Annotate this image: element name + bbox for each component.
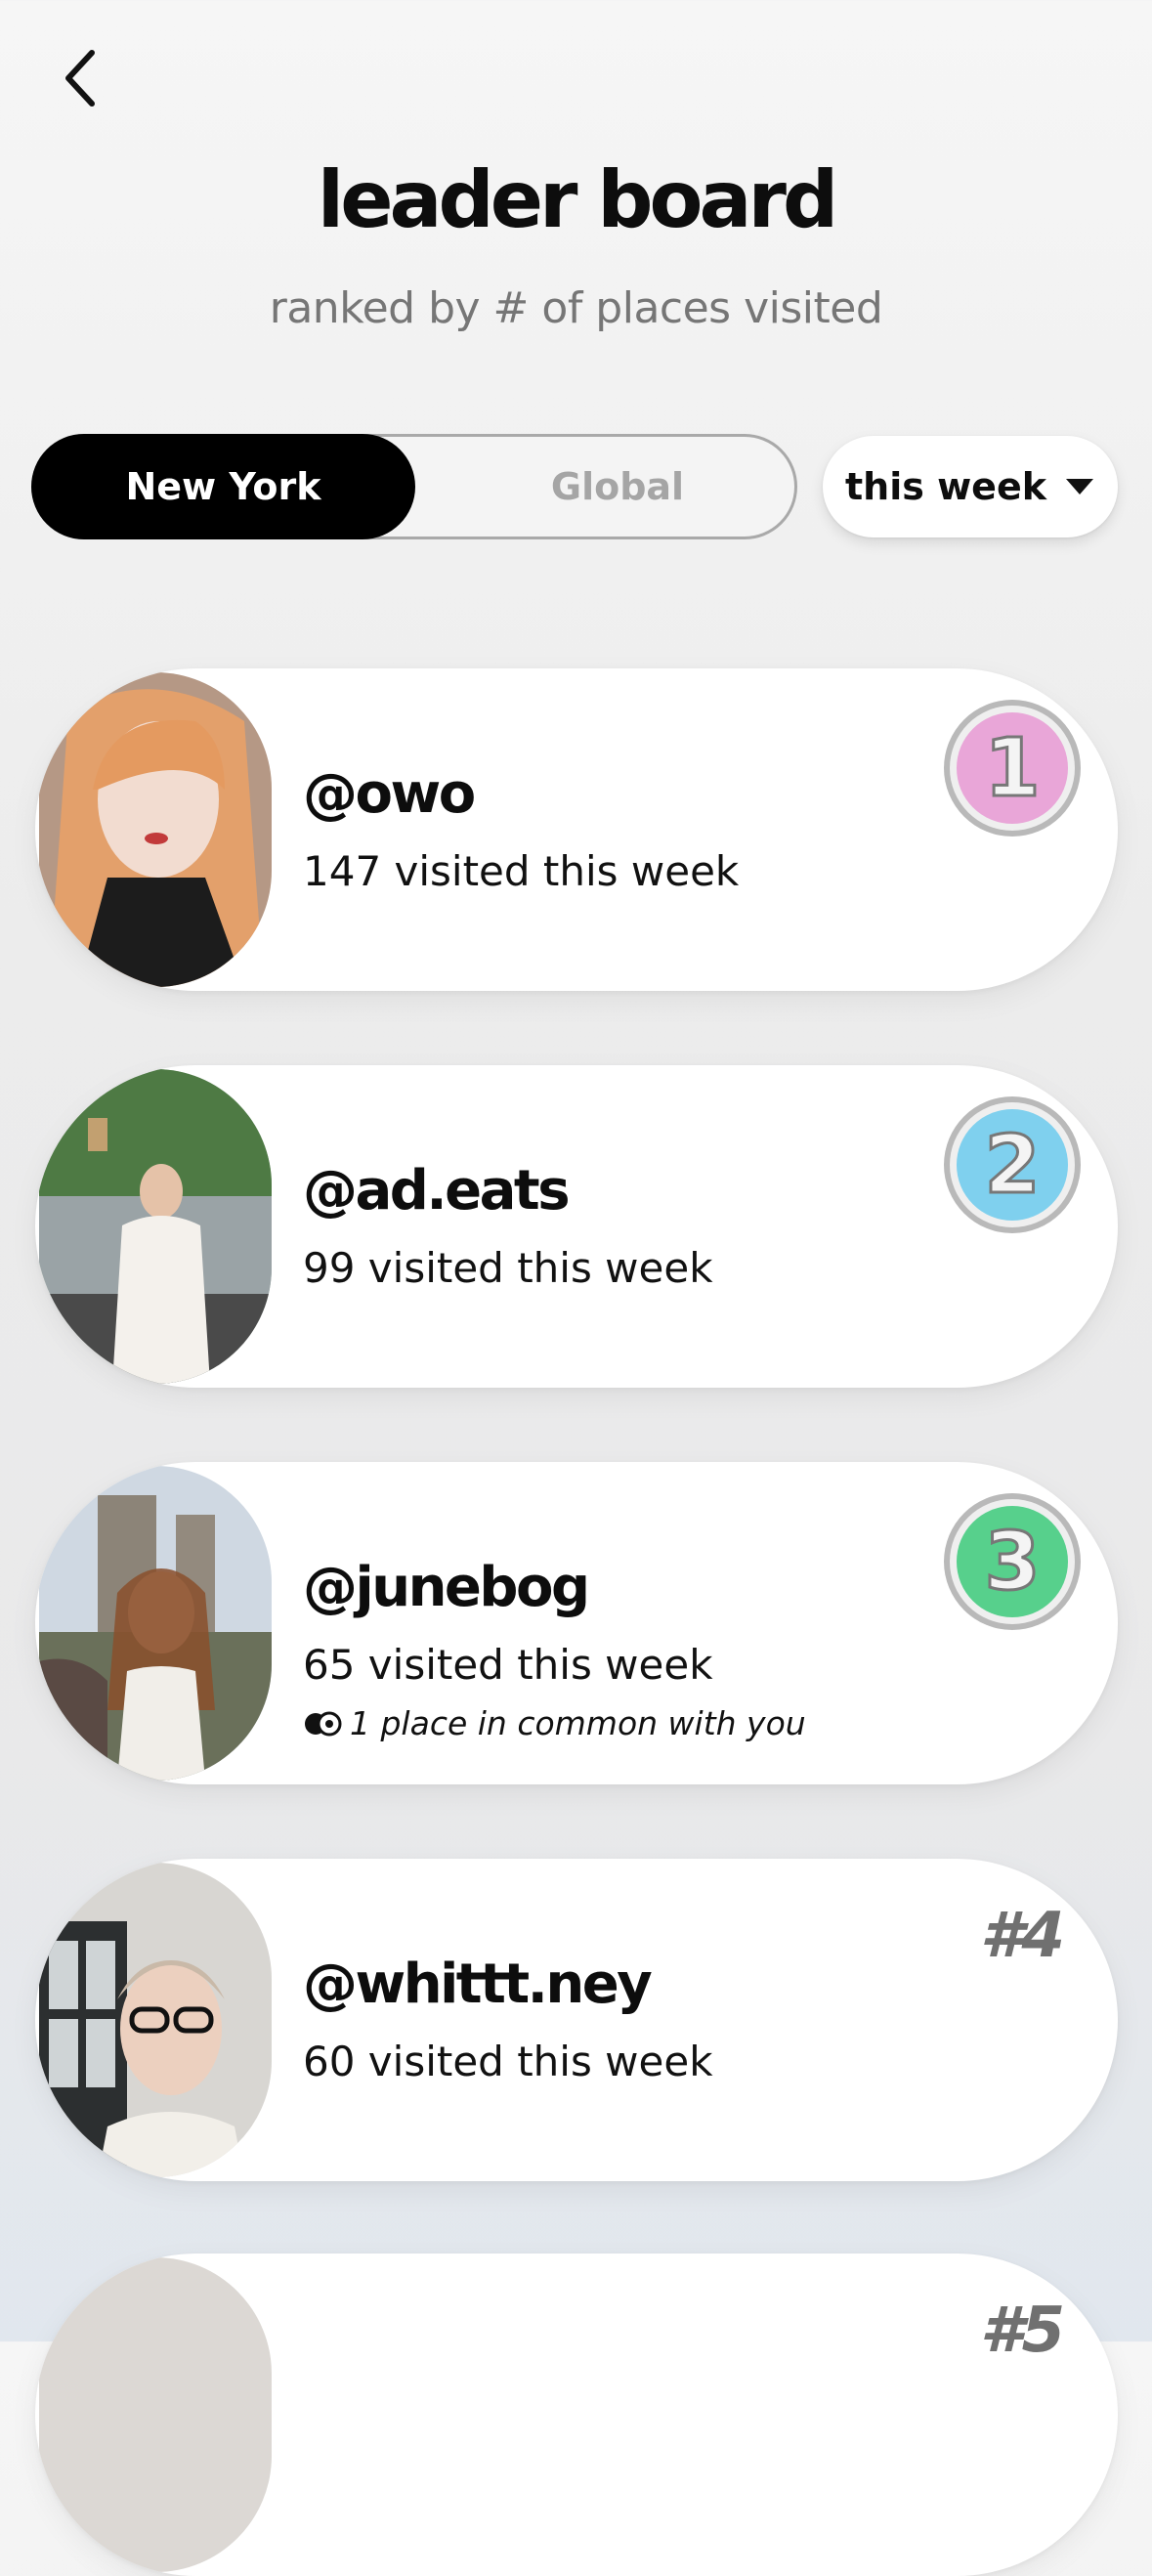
period-dropdown-label: this week	[844, 465, 1046, 508]
common-places: 1 place in common with you	[303, 1704, 806, 1742]
avatar	[39, 1069, 272, 1384]
visit-count: 147 visited this week	[303, 847, 740, 895]
scope-toggle: New York Global	[31, 434, 797, 539]
scope-option-global[interactable]: Global	[415, 434, 820, 539]
chevron-left-icon	[65, 50, 95, 107]
svg-text:1: 1	[984, 722, 1040, 815]
rank-label: #4	[979, 1900, 1065, 1972]
page-title: leader board	[317, 154, 838, 245]
leaderboard-row-3[interactable]: @junebog 65 visited this week 1 place in…	[35, 1462, 1118, 1784]
period-dropdown[interactable]: this week	[823, 436, 1118, 537]
svg-text:3: 3	[984, 1516, 1040, 1609]
avatar	[39, 1466, 272, 1781]
medal-2-icon: 2	[944, 1096, 1081, 1233]
caret-down-icon	[1066, 479, 1093, 494]
svg-text:2: 2	[984, 1119, 1040, 1212]
leaderboard-row-5[interactable]: #5	[35, 2254, 1118, 2576]
user-handle: @owo	[303, 762, 476, 826]
page-subtitle: ranked by # of places visited	[269, 283, 883, 333]
leaderboard-row-1[interactable]: @owo 147 visited this week 1	[35, 668, 1118, 991]
medal-1-icon: 1	[944, 700, 1081, 837]
back-button[interactable]	[51, 39, 109, 117]
rank-label: #5	[979, 2295, 1065, 2367]
user-handle: @junebog	[303, 1556, 590, 1619]
overlap-icon	[305, 1711, 342, 1736]
avatar	[39, 2257, 272, 2572]
leaderboard-row-4[interactable]: @whittt.ney 60 visited this week #4	[35, 1859, 1118, 2181]
medal-3-icon: 3	[944, 1493, 1081, 1630]
user-handle: @whittt.ney	[303, 1953, 653, 2016]
scope-option-new-york[interactable]: New York	[31, 434, 415, 539]
common-places-text: 1 place in common with you	[350, 1704, 806, 1742]
avatar	[39, 1863, 272, 2177]
user-handle: @ad.eats	[303, 1159, 571, 1223]
visit-count: 99 visited this week	[303, 1244, 713, 1292]
avatar	[39, 672, 272, 987]
leaderboard-row-2[interactable]: @ad.eats 99 visited this week 2	[35, 1065, 1118, 1388]
visit-count: 65 visited this week	[303, 1641, 713, 1689]
visit-count: 60 visited this week	[303, 2038, 713, 2085]
